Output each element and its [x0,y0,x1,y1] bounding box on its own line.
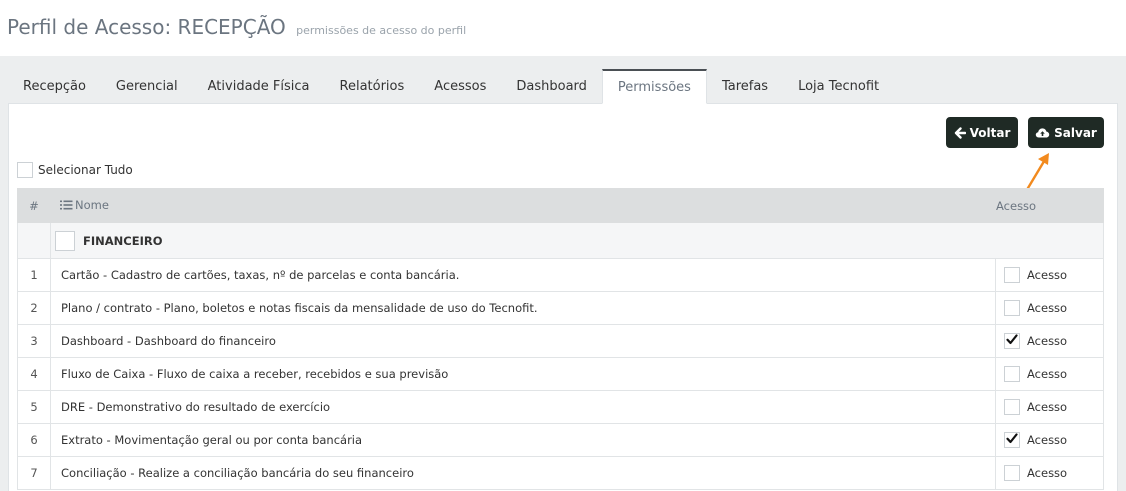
access-label: Acesso [1027,367,1068,381]
tab-dashboard[interactable]: Dashboard [501,69,602,104]
table-row: 7 Conciliação - Realize a conciliação ban… [17,456,1104,490]
access-toggle[interactable]: Acesso [1004,465,1103,481]
table-row: 4 Fluxo de Caixa - Fluxo de caixa a receb… [17,357,1104,391]
access-toggle[interactable]: Acesso [1004,432,1103,448]
access-checkbox[interactable] [1004,432,1020,448]
table-row: 5 DRE - Demonstrativo do resultado de exe… [17,390,1104,424]
group-cell: FINANCEIRO [50,222,1104,259]
row-number: 1 [17,258,51,292]
permissions-table: # Nome Acesso FINANCEIRO 1 Cartão - Cadas… [17,188,1104,490]
tab-atividade-fisica[interactable]: Atividade Física [193,69,325,104]
access-checkbox[interactable] [1004,267,1020,283]
select-all[interactable]: Selecionar Tudo [17,162,133,178]
checkmark-icon [1006,433,1018,447]
tab-tarefas[interactable]: Tarefas [707,69,783,104]
arrow-left-icon [954,126,966,139]
page-subtitle: permissões de acesso do perfil [296,24,467,37]
tab-gerencial[interactable]: Gerencial [101,69,193,104]
access-label: Acesso [1027,334,1068,348]
column-header-name: Nome [50,188,996,223]
row-number: 5 [17,390,51,424]
page-header: Perfil de Acesso: RECEPÇÃO permissões de… [0,0,1126,56]
access-toggle[interactable]: Acesso [1004,399,1103,415]
permission-name: Cartão - Cadastro de cartões, taxas, nº … [50,258,996,292]
access-cell: Acesso [995,324,1104,358]
table-row: 2 Plano / contrato - Plano, boletos e not… [17,291,1104,325]
tab-bar: Recepção Gerencial Atividade Física Rela… [8,69,1118,104]
page-title-text: Perfil de Acesso: RECEPÇÃO [7,15,286,39]
access-label: Acesso [1027,433,1068,447]
permission-rows: 1 Cartão - Cadastro de cartões, taxas, nº… [17,258,1104,490]
permission-name: Extrato - Movimentação geral ou por cont… [50,423,996,457]
row-number: 4 [17,357,51,391]
permission-name: Plano / contrato - Plano, boletos e nota… [50,291,996,325]
access-cell: Acesso [995,258,1104,292]
table-header: # Nome Acesso [17,188,1104,223]
salvar-label: Salvar [1054,125,1097,140]
access-toggle[interactable]: Acesso [1004,366,1103,382]
table-row: 1 Cartão - Cadastro de cartões, taxas, nº… [17,258,1104,292]
select-all-checkbox[interactable] [17,162,33,178]
access-cell: Acesso [995,390,1104,424]
row-number: 7 [17,456,51,490]
voltar-label: Voltar [969,125,1011,140]
salvar-button[interactable]: Salvar [1028,117,1104,148]
permission-name: Dashboard - Dashboard do financeiro [50,324,996,358]
table-row: 6 Extrato - Movimentação geral ou por con… [17,423,1104,457]
tab-recepcao[interactable]: Recepção [8,69,101,104]
table-row: 3 Dashboard - Dashboard do financeiro Aces… [17,324,1104,358]
checkmark-icon [1006,334,1018,348]
access-checkbox[interactable] [1004,399,1020,415]
access-cell: Acesso [995,456,1104,490]
access-checkbox[interactable] [1004,300,1020,316]
access-cell: Acesso [995,357,1104,391]
group-label: FINANCEIRO [83,233,163,248]
access-label: Acesso [1027,268,1068,282]
group-checkbox-financeiro[interactable] [55,230,75,251]
access-label: Acesso [1027,301,1068,315]
row-number: 2 [17,291,51,325]
access-toggle[interactable]: Acesso [1004,333,1103,349]
access-cell: Acesso [995,423,1104,457]
page-title: Perfil de Acesso: RECEPÇÃO permissões de… [7,15,466,39]
select-all-label: Selecionar Tudo [38,163,133,177]
cloud-upload-icon [1035,127,1050,139]
tab-loja-tecnofit[interactable]: Loja Tecnofit [783,69,894,104]
access-checkbox[interactable] [1004,465,1020,481]
permission-name: DRE - Demonstrativo do resultado de exer… [50,390,996,424]
row-number: 6 [17,423,51,457]
access-checkbox[interactable] [1004,333,1020,349]
access-toggle[interactable]: Acesso [1004,300,1103,316]
permission-name: Fluxo de Caixa - Fluxo de caixa a recebe… [50,357,996,391]
list-icon [60,199,73,213]
permission-name: Conciliação - Realize a conciliação banc… [50,456,996,490]
voltar-button[interactable]: Voltar [946,117,1018,148]
access-label: Acesso [1027,400,1068,414]
access-cell: Acesso [995,291,1104,325]
column-header-name-label: Nome [75,198,109,212]
group-num-cell [17,222,51,259]
tab-permissoes[interactable]: Permissões [601,69,707,104]
row-number: 3 [17,324,51,358]
access-label: Acesso [1027,466,1068,480]
tab-relatorios[interactable]: Relatórios [325,69,420,104]
tab-acessos[interactable]: Acessos [419,69,501,104]
access-toggle[interactable]: Acesso [1004,267,1103,283]
column-header-number: # [17,188,51,223]
access-checkbox[interactable] [1004,366,1020,382]
column-header-acesso: Acesso [995,188,1104,223]
group-row-financeiro: FINANCEIRO [17,222,1104,259]
